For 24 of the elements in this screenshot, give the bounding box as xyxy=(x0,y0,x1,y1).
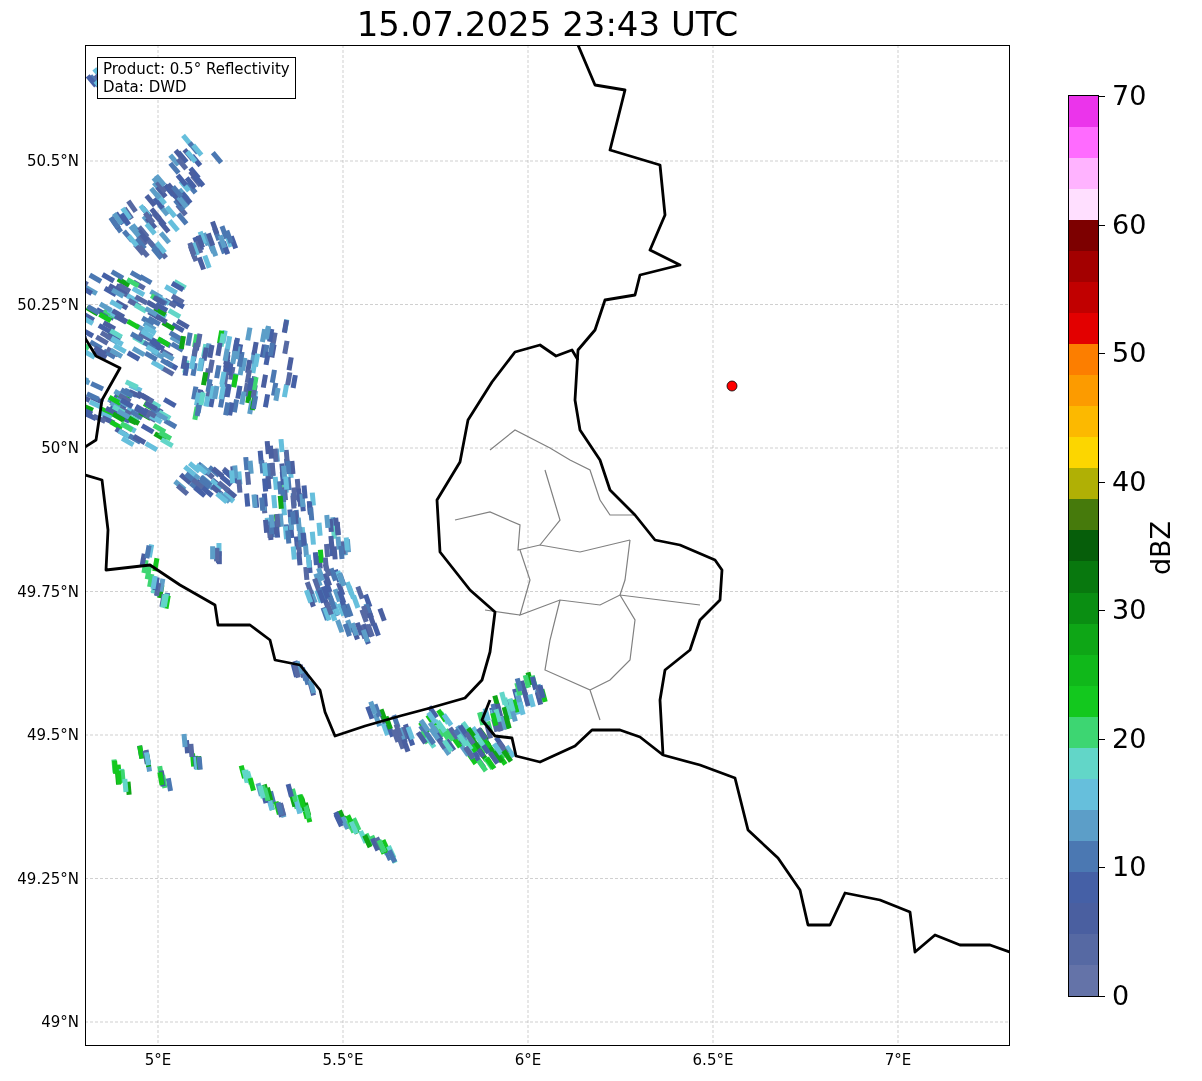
colorbar-tick-label: 70 xyxy=(1112,81,1147,111)
colorbar-tick-label: 60 xyxy=(1112,209,1147,240)
legend-text: Data: DWD xyxy=(103,78,188,96)
longitude-label: 5.5°E xyxy=(322,1051,364,1069)
colorbar-tick-label: 40 xyxy=(1112,466,1147,497)
colorbar-tick-label: 30 xyxy=(1112,595,1147,626)
longitude-label: 6°E xyxy=(514,1051,542,1069)
colorbar-tick-label: 0 xyxy=(1112,981,1130,1011)
latitude-label: 50°N xyxy=(41,439,79,457)
latitude-label: 50.5°N xyxy=(26,152,79,170)
longitude-label: 6.5°E xyxy=(692,1051,734,1069)
longitude-label: 5°E xyxy=(144,1051,172,1069)
latitude-label: 49.75°N xyxy=(17,582,79,601)
colorbar-tick-label: 10 xyxy=(1112,852,1147,883)
colorbar-tick-label: 20 xyxy=(1112,723,1147,754)
chart-title: 15.07.2025 23:43 UTC xyxy=(355,4,740,44)
legend-text: Product: 0.5° Reflectivity xyxy=(103,60,290,78)
latitude-label: 49.5°N xyxy=(26,726,79,744)
latitude-label: 49.25°N xyxy=(17,869,79,888)
latitude-label: 49°N xyxy=(41,1013,79,1031)
latitude-label: 50.25°N xyxy=(17,295,79,314)
colorbar-label: dBZ xyxy=(1144,520,1176,576)
longitude-label: 7°E xyxy=(884,1051,912,1069)
colorbar-tick-label: 50 xyxy=(1112,338,1147,369)
